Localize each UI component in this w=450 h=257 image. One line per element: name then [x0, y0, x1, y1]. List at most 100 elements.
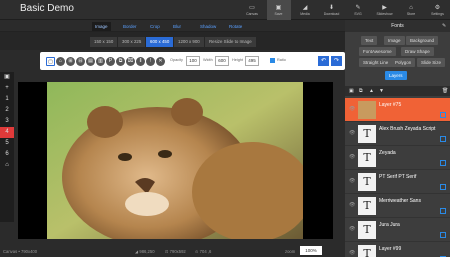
layer-row[interactable]: 👁 T PT Serif PT Serif: [345, 170, 450, 194]
duplicate-icon[interactable]: [440, 184, 446, 190]
left-tool[interactable]: 5: [0, 138, 14, 149]
category-polygon[interactable]: Polygon: [391, 58, 416, 67]
canvas-size-status: Canvas • 790x400: [3, 249, 38, 254]
tab-border[interactable]: Border: [120, 22, 140, 31]
slideshow-button[interactable]: ▶ Slideshow: [373, 0, 397, 20]
layer-row[interactable]: 👁 T Alex Brush Zeyada Script: [345, 122, 450, 146]
category-slide-size[interactable]: Slide Size: [417, 58, 446, 67]
tool-icon[interactable]: ✕: [156, 57, 165, 66]
left-tool[interactable]: 3: [0, 116, 14, 127]
size-option[interactable]: 150 x 150: [90, 37, 118, 47]
text-layer-icon: T: [358, 245, 376, 257]
tab-blur[interactable]: Blur: [170, 22, 184, 31]
svg-button[interactable]: ✎ SVG: [346, 0, 370, 20]
tool-icon[interactable]: ‖: [136, 57, 145, 66]
tool-icon[interactable]: ⌂: [56, 57, 65, 66]
left-tool[interactable]: ▣: [0, 72, 14, 83]
eye-icon[interactable]: 👁: [349, 226, 355, 232]
size-option[interactable]: 600 x 450: [146, 37, 174, 47]
save-icon: ▣: [275, 4, 282, 11]
tab-image[interactable]: Image: [92, 22, 111, 31]
layer-row[interactable]: 👁 Layer #75: [345, 98, 450, 122]
tool-icon[interactable]: ⊟: [76, 57, 85, 66]
width-input[interactable]: 600: [215, 56, 229, 66]
left-tool[interactable]: 1: [0, 94, 14, 105]
brush-icon[interactable]: ✎: [442, 23, 446, 29]
left-tool[interactable]: ⌂: [0, 160, 14, 171]
category-text[interactable]: Text: [361, 36, 378, 45]
opacity-label: Opacity: [170, 58, 183, 62]
media-button[interactable]: ◢ Media: [293, 0, 317, 20]
layer-name: Layer #99: [379, 246, 402, 252]
category-layers[interactable]: Layers: [385, 71, 407, 80]
size-option[interactable]: 1200 x 900: [174, 37, 204, 47]
ratio-checkbox[interactable]: [270, 58, 275, 63]
opacity-input[interactable]: 100: [186, 56, 200, 66]
category-fontawesome[interactable]: FontAwesome: [359, 47, 396, 56]
duplicate-icon[interactable]: [440, 208, 446, 214]
down-icon[interactable]: ▼: [379, 88, 384, 94]
tool-icon[interactable]: !: [146, 57, 155, 66]
eye-icon[interactable]: 👁: [349, 202, 355, 208]
canvas-button[interactable]: ▭ Canvas: [240, 0, 264, 20]
eye-icon[interactable]: 👁: [349, 130, 355, 136]
layer-name: Zeyada: [379, 150, 396, 156]
left-tool[interactable]: 2: [0, 105, 14, 116]
undo-button[interactable]: ↶: [318, 56, 329, 66]
settings-button[interactable]: ⚙ Settings: [426, 0, 450, 20]
ratio-label: Ratio: [277, 58, 286, 62]
category-background[interactable]: Background: [406, 36, 439, 45]
copy-icon[interactable]: ⧉: [359, 88, 363, 94]
status-bar: Canvas • 790x400 ◢ 986,250 ⊡ 790x592 ⊙ 7…: [0, 244, 345, 257]
layer-row[interactable]: 👁 T Jura Jura: [345, 218, 450, 242]
size-option[interactable]: Resize Slide to Image: [205, 37, 256, 47]
eye-icon[interactable]: 👁: [349, 154, 355, 160]
duplicate-icon[interactable]: [440, 112, 446, 118]
delete-icon[interactable]: 🗑: [442, 88, 448, 94]
tab-rotate[interactable]: Rotate: [226, 22, 245, 31]
settings-label: Settings: [431, 11, 444, 16]
app-title: Basic Demo: [20, 3, 74, 14]
layer-row[interactable]: 👁 T Layer #99: [345, 242, 450, 257]
layer-row[interactable]: 👁 T Merriweather Sans: [345, 194, 450, 218]
duplicate-icon[interactable]: [440, 160, 446, 166]
tab-crop[interactable]: Crop: [147, 22, 163, 31]
tool-icon[interactable]: ▤: [86, 57, 95, 66]
tool-icon[interactable]: P: [106, 57, 115, 66]
tool-icon[interactable]: ⧉: [116, 57, 125, 66]
store-icon: ⌂: [409, 4, 413, 11]
left-tool[interactable]: +: [0, 83, 14, 94]
category-image[interactable]: Image: [384, 36, 405, 45]
layer-row[interactable]: 👁 T Zeyada: [345, 146, 450, 170]
tool-icon[interactable]: ▥: [96, 57, 105, 66]
redo-button[interactable]: ↷: [331, 56, 342, 66]
store-button[interactable]: ⌂ Store: [399, 0, 423, 20]
sizes-bar: 150 x 150 300 x 225 600 x 450 1200 x 900 Res…: [0, 32, 345, 50]
save-button[interactable]: ▣ Save: [266, 0, 291, 20]
up-icon[interactable]: ▲: [369, 88, 374, 94]
tab-shadow[interactable]: Shadow: [197, 22, 219, 31]
left-tool[interactable]: 6: [0, 149, 14, 160]
right-panel: Fonts ✎ Text Image Background FontAwesome Dr…: [345, 20, 450, 257]
eye-icon[interactable]: 👁: [349, 250, 355, 256]
media-icon: ◢: [302, 4, 308, 11]
category-draw-shape[interactable]: Draw Shape: [401, 47, 434, 56]
left-tool[interactable]: 4: [0, 127, 14, 138]
eye-icon[interactable]: 👁: [349, 106, 355, 112]
download-button[interactable]: ⬇ Download: [320, 0, 344, 20]
eye-icon[interactable]: 👁: [349, 178, 355, 184]
category-straight-line[interactable]: Straight Line: [359, 58, 393, 67]
zoom-select[interactable]: 100%: [300, 246, 322, 255]
height-input[interactable]: 495: [245, 56, 259, 66]
tool-icon[interactable]: ▢: [46, 57, 55, 66]
tool-icon[interactable]: ⊞: [66, 57, 75, 66]
duplicate-icon[interactable]: [440, 232, 446, 238]
tool-icon[interactable]: ⌧: [126, 57, 135, 66]
canvas-image[interactable]: [47, 82, 303, 239]
canvas-icon: ▭: [249, 4, 255, 11]
lock-icon[interactable]: ▣: [349, 88, 354, 94]
duplicate-icon[interactable]: [440, 136, 446, 142]
tabs-bar: Image Border Crop Blur Shadow Rotate: [0, 20, 345, 32]
size-option[interactable]: 300 x 225: [118, 37, 146, 47]
layer-name: Alex Brush Zeyada Script: [379, 126, 436, 132]
